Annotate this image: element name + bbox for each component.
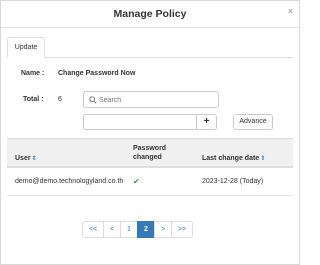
column-user-label: User	[15, 155, 31, 162]
advance-button[interactable]: Advance	[233, 114, 273, 130]
last-page-button[interactable]: >>	[171, 221, 193, 238]
first-page-button[interactable]: <<	[82, 221, 104, 238]
total-label: Total :	[23, 96, 44, 103]
modal-header: Manage Policy ×	[1, 1, 299, 28]
filter-input[interactable]	[83, 114, 197, 130]
prev-page-button[interactable]: <	[103, 221, 121, 238]
search-box	[83, 91, 219, 108]
row-user: demo@demo.technologyland.co.th	[15, 178, 124, 185]
table-row: demo@demo.technologyland.co.th ✔ 2023-12…	[7, 168, 293, 196]
page-1-button[interactable]: 1	[120, 221, 138, 238]
search-icon	[89, 96, 97, 104]
column-last-change-date[interactable]: Last change date⇕	[202, 155, 265, 162]
tab-bar: Update	[7, 37, 293, 58]
page-2-button[interactable]: 2	[137, 221, 155, 238]
next-page-button[interactable]: >	[154, 221, 172, 238]
row-last-change: 2023-12-28 (Today)	[202, 178, 264, 185]
manage-policy-modal: Manage Policy × Update Name : Change Pas…	[0, 0, 300, 265]
name-label: Name :	[21, 70, 45, 77]
total-count: 6	[58, 96, 62, 103]
table-header: User⇕ Password changed Last change date⇕	[7, 138, 293, 168]
tab-update[interactable]: Update	[7, 37, 45, 58]
sort-icon: ⇕	[31, 156, 37, 162]
search-input[interactable]	[99, 94, 214, 106]
column-user[interactable]: User⇕	[15, 155, 37, 162]
check-icon: ✔	[133, 177, 140, 186]
column-last-change-label: Last change date	[202, 155, 260, 162]
close-icon[interactable]: ×	[288, 7, 293, 16]
sort-icon: ⇕	[260, 156, 266, 162]
policy-name: Change Password Now	[58, 70, 136, 77]
pagination: << < 1 2 > >>	[82, 221, 193, 238]
column-password-changed: Password changed	[133, 145, 167, 161]
modal-title: Manage Policy	[113, 8, 187, 20]
add-filter-button[interactable]: +	[197, 114, 217, 130]
